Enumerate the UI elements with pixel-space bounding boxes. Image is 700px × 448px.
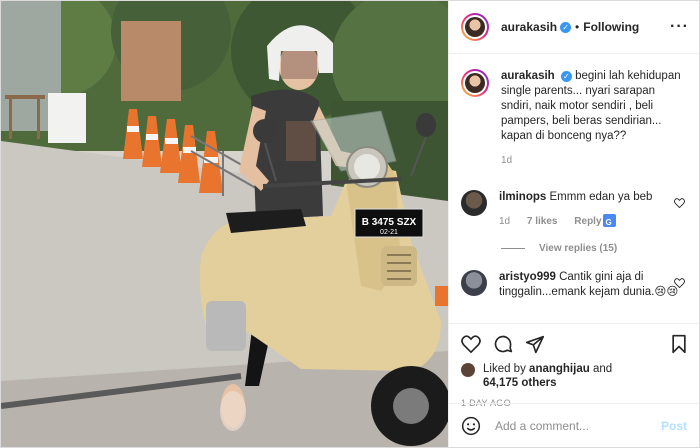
author-username[interactable]: aurakasih <box>501 20 557 34</box>
post-comment-button[interactable]: Post <box>661 419 687 433</box>
following-button[interactable]: Following <box>583 20 639 34</box>
caption-body: aurakasih ✓ begini lah kehidupan single … <box>501 69 681 168</box>
liked-by-prefix: Liked by <box>483 363 526 375</box>
verified-badge-icon: ✓ <box>560 21 572 33</box>
view-replies-line <box>501 248 525 249</box>
emoji-icon[interactable] <box>461 416 481 436</box>
comment-item: aristyo999 Cantik gini aja di tinggalin.… <box>461 270 687 300</box>
reply-button[interactable]: Reply <box>574 216 601 227</box>
commenter-avatar[interactable] <box>461 190 487 216</box>
comment-body: ilminops Emmm edan ya beb 1d 7 likes Rep… <box>499 190 679 230</box>
comment-time: 1d <box>499 216 511 227</box>
liker-username[interactable]: ananghijau <box>529 363 590 375</box>
comment-icon[interactable] <box>493 334 513 354</box>
comment-likes[interactable]: 7 likes <box>527 216 558 227</box>
like-heart-icon[interactable] <box>461 335 481 353</box>
translate-icon[interactable] <box>602 214 616 230</box>
comment-body: aristyo999 Cantik gini aja di tinggalin.… <box>499 270 679 300</box>
post-sidebar: aurakasih ✓ • Following ··· aurakasih ✓ … <box>448 1 699 447</box>
comment-username[interactable]: aristyo999 <box>499 271 556 283</box>
liked-by: Liked by ananghijau and 64,175 others <box>461 362 687 390</box>
post-header: aurakasih ✓ • Following ··· <box>449 1 699 54</box>
author-avatar[interactable] <box>461 13 489 41</box>
comment-like-heart-icon[interactable] <box>674 278 685 288</box>
caption-avatar[interactable] <box>461 69 489 97</box>
comment-username[interactable]: ilminops <box>499 191 546 203</box>
caption-username[interactable]: aurakasih <box>501 70 555 82</box>
more-options-icon[interactable]: ··· <box>670 18 689 36</box>
scooter-photo: B 3475 SZX 02-21 <box>1 1 448 447</box>
comment-item: ilminops Emmm edan ya beb 1d 7 likes Rep… <box>461 190 687 230</box>
caption-verified-badge-icon: ✓ <box>560 71 572 82</box>
view-replies-button[interactable]: View replies (15) <box>501 243 687 254</box>
comments-panel[interactable]: aurakasih ✓ begini lah kehidupan single … <box>449 55 699 323</box>
comment-like-heart-icon[interactable] <box>674 198 685 208</box>
commenter-avatar[interactable] <box>461 270 487 296</box>
comment-input[interactable] <box>495 418 661 433</box>
view-replies-label: View replies (15) <box>539 243 618 254</box>
comment-meta: 1d 7 likes Reply <box>499 214 679 230</box>
liked-by-joiner: and <box>592 363 613 375</box>
add-comment-bar: Post <box>449 403 699 447</box>
comment-text: Emmm edan ya beb <box>549 191 653 203</box>
bookmark-icon[interactable] <box>671 334 687 354</box>
instagram-post: B 3475 SZX 02-21 aurakasih ✓ • Following… <box>0 0 700 448</box>
post-photo[interactable]: B 3475 SZX 02-21 <box>1 1 448 447</box>
likes-count[interactable]: 64,175 others <box>483 377 557 389</box>
liked-by-text: Liked by ananghijau and 64,175 others <box>483 362 612 390</box>
header-separator: • <box>575 20 580 34</box>
share-icon[interactable] <box>525 335 545 354</box>
caption: aurakasih ✓ begini lah kehidupan single … <box>461 69 687 168</box>
liker-avatar[interactable] <box>461 363 475 377</box>
action-icons <box>461 332 687 356</box>
caption-time: 1d <box>501 155 513 166</box>
license-plate-number: B 3475 SZX <box>362 217 417 228</box>
license-plate-expiry: 02-21 <box>380 229 398 236</box>
